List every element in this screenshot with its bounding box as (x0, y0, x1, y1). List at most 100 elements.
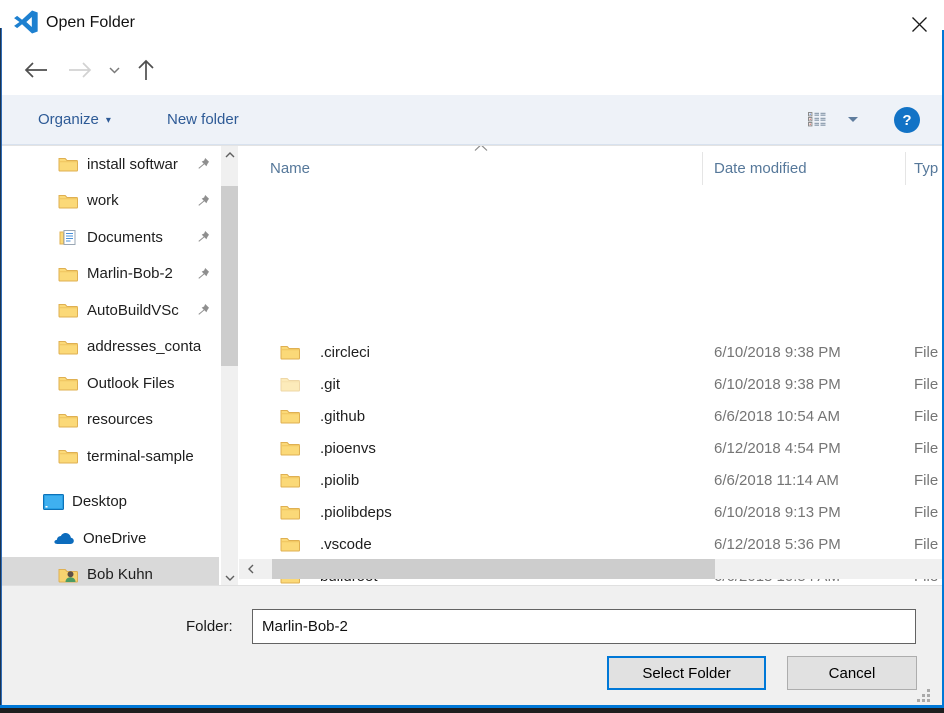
sidebar-item[interactable]: OneDrive (2, 520, 219, 557)
horizontal-scrollbar[interactable] (239, 559, 942, 579)
sidebar-scrollbar[interactable] (221, 146, 238, 585)
scroll-left-icon[interactable] (239, 559, 263, 579)
file-type: File (914, 344, 942, 361)
sidebar-item[interactable]: work (2, 183, 219, 220)
file-row[interactable]: .github 6/6/2018 10:54 AM File (239, 400, 942, 432)
file-type: File (914, 440, 942, 457)
help-button[interactable]: ? (894, 107, 920, 133)
sidebar-item[interactable]: Documents (2, 219, 219, 256)
sidebar-item[interactable]: AutoBuildVSc (2, 292, 219, 329)
navigation-bar: « GitHub Marlin-Bob-2 (2, 45, 942, 95)
file-date-modified: 6/10/2018 9:38 PM (714, 344, 914, 361)
organize-label: Organize (38, 111, 99, 128)
open-folder-dialog: Open Folder « GitHub Marlin-Bob-2 (0, 0, 944, 713)
folder-name-input[interactable] (252, 609, 916, 644)
chevron-down-icon: ▾ (106, 116, 111, 126)
back-icon[interactable] (22, 54, 50, 86)
file-name: .piolibdeps (320, 504, 714, 521)
column-divider[interactable] (905, 152, 906, 185)
file-rows: .circleci 6/10/2018 9:38 PM File .git 6/… (239, 336, 942, 585)
up-icon[interactable] (132, 54, 160, 86)
content-area: install softwar (2, 145, 942, 585)
sidebar-item[interactable]: install softwar (2, 146, 219, 183)
sidebar-item[interactable]: terminal-sample (2, 438, 219, 475)
file-type: File (914, 504, 942, 521)
file-name: .git (320, 376, 714, 393)
file-type: File (914, 408, 942, 425)
window-title: Open Folder (46, 0, 135, 45)
sidebar-item[interactable]: resources (2, 402, 219, 439)
resize-grip[interactable] (927, 689, 930, 692)
file-date-modified: 6/10/2018 9:13 PM (714, 504, 914, 521)
file-row[interactable]: .vscode 6/12/2018 5:36 PM File (239, 528, 942, 560)
folder-icon (280, 376, 302, 392)
file-row[interactable]: .git 6/10/2018 9:38 PM File (239, 368, 942, 400)
file-name: .circleci (320, 344, 714, 361)
forward-icon[interactable] (66, 54, 94, 86)
file-date-modified: 6/6/2018 11:14 AM (714, 472, 914, 489)
scrollbar-thumb[interactable] (221, 186, 238, 366)
sidebar-item-label: Outlook Files (87, 375, 175, 392)
folder-icon (57, 192, 79, 210)
column-header-date-modified[interactable]: Date modified (714, 146, 807, 191)
folder-icon (280, 472, 302, 488)
file-row[interactable]: .pioenvs 6/12/2018 4:54 PM File (239, 432, 942, 464)
column-divider[interactable] (702, 152, 703, 185)
file-list-pane: Name Date modified Typ .circleci 6/10/20… (239, 146, 942, 585)
user-folder-icon (57, 566, 79, 584)
pin-icon (197, 230, 210, 243)
folder-icon (57, 265, 79, 283)
sidebar-item-label: Bob Kuhn (87, 566, 153, 583)
folder-icon (57, 301, 79, 319)
view-mode-button[interactable] (808, 95, 826, 144)
help-label: ? (902, 112, 911, 129)
file-name: .piolib (320, 472, 714, 489)
file-date-modified: 6/12/2018 5:36 PM (714, 536, 914, 553)
command-toolbar: Organize ▾ New folder ? (2, 95, 942, 145)
desktop-icon (42, 493, 64, 511)
scroll-down-icon[interactable] (221, 569, 238, 585)
sidebar-item-label: install softwar (87, 156, 178, 173)
title-bar: Open Folder (0, 0, 944, 45)
sort-ascending-icon (472, 145, 490, 151)
file-type: File (914, 536, 942, 553)
file-row[interactable]: .piolib 6/6/2018 11:14 AM File (239, 464, 942, 496)
pin-icon (197, 267, 210, 280)
dialog-footer: Folder: Select Folder Cancel (2, 585, 942, 705)
sidebar-item-label: Documents (87, 229, 163, 246)
organize-menu[interactable]: Organize ▾ (38, 95, 111, 144)
new-folder-button[interactable]: New folder (167, 95, 239, 144)
scroll-up-icon[interactable] (221, 146, 238, 163)
sidebar-item-label: OneDrive (83, 530, 146, 547)
file-row[interactable]: .piolibdeps 6/10/2018 9:13 PM File (239, 496, 942, 528)
scrollbar-thumb[interactable] (272, 559, 715, 579)
folder-icon (57, 447, 79, 465)
history-dropdown-icon[interactable] (104, 54, 124, 86)
file-row[interactable]: .circleci 6/10/2018 9:38 PM File (239, 336, 942, 368)
new-folder-label: New folder (167, 111, 239, 128)
column-headers: Name Date modified Typ (239, 146, 942, 191)
close-icon[interactable] (906, 11, 932, 37)
view-mode-dropdown-icon[interactable] (848, 95, 858, 144)
column-header-type[interactable]: Typ (914, 146, 938, 191)
vscode-logo-icon (12, 8, 40, 36)
sidebar-item-label: terminal-sample (87, 448, 194, 465)
sidebar-item[interactable]: Marlin-Bob-2 (2, 256, 219, 293)
folder-icon (280, 440, 302, 456)
sidebar-item[interactable]: Desktop (2, 484, 219, 521)
file-date-modified: 6/6/2018 10:54 AM (714, 408, 914, 425)
sidebar-item[interactable]: Outlook Files (2, 365, 219, 402)
sidebar-item[interactable]: addresses_conta (2, 329, 219, 366)
sidebar-item[interactable]: Bob Kuhn (2, 557, 219, 586)
onedrive-icon (53, 529, 75, 547)
sidebar-item-label: AutoBuildVSc (87, 302, 179, 319)
pin-icon (197, 157, 210, 170)
cancel-button[interactable]: Cancel (787, 656, 917, 690)
column-header-name[interactable]: Name (270, 146, 310, 191)
pin-icon (197, 194, 210, 207)
sidebar-item-label: Desktop (72, 493, 127, 510)
file-name: .vscode (320, 536, 714, 553)
select-folder-button[interactable]: Select Folder (607, 656, 766, 690)
folder-label: Folder: (186, 609, 233, 644)
folder-icon (280, 504, 302, 520)
